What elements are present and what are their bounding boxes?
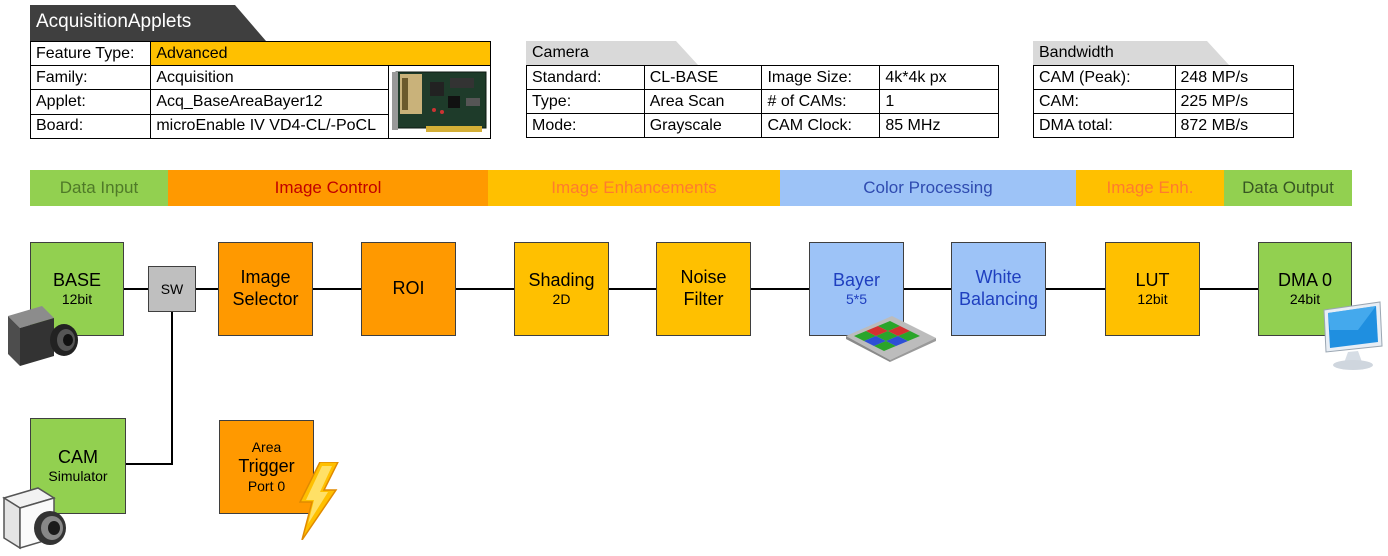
camera-icon <box>8 306 78 366</box>
monitor-icon <box>1323 301 1383 370</box>
camera-value: 4k*4k px <box>879 65 999 90</box>
camera-value: 85 MHz <box>879 113 999 138</box>
image-selector-block[interactable]: Image Selector <box>218 242 313 336</box>
camera-value: Area Scan <box>643 89 763 114</box>
roi-block[interactable]: ROI <box>361 242 456 336</box>
block-subtitle: 24bit <box>1289 291 1321 308</box>
lut-block[interactable]: LUT 12bit <box>1105 242 1200 336</box>
applet-value: Acq_BaseAreaBayer12 <box>150 89 390 115</box>
bandwidth-value: 872 MB/s <box>1174 113 1294 138</box>
switch-block[interactable]: SW <box>148 266 196 312</box>
family-label: Family: <box>29 64 152 91</box>
block-title: BASE <box>52 269 102 290</box>
block-title-line2: Selector <box>232 289 299 309</box>
block-title: DMA 0 <box>1277 269 1333 290</box>
lightning-icon <box>298 462 339 540</box>
category-image-control: Image Control <box>168 170 488 206</box>
shading-block[interactable]: Shading 2D <box>514 242 609 336</box>
board-value: microEnable IV VD4-CL/-PoCL <box>150 113 390 140</box>
camera-value: 1 <box>879 89 999 114</box>
feature-table: Feature Type: Advanced Family: Acquisiti… <box>29 41 491 140</box>
bandwidth-label: DMA total: <box>1033 113 1176 138</box>
camera-label: Image Size: <box>761 65 881 90</box>
category-image-enh: Image Enh. <box>1076 170 1224 206</box>
simulator-connector-vertical <box>171 312 173 465</box>
block-title-line2: Balancing <box>958 289 1039 309</box>
camera-value: Grayscale <box>643 113 763 138</box>
block-title: Bayer <box>832 269 881 290</box>
category-color-processing: Color Processing <box>780 170 1076 206</box>
family-value: Acquisition <box>150 64 390 91</box>
block-title: ROI <box>392 278 425 299</box>
camera-table: Standard: CL-BASE Image Size: 4k*4k px T… <box>526 65 999 138</box>
board-label: Board: <box>29 113 152 140</box>
board-image <box>391 71 487 132</box>
block-title: LUT <box>1135 269 1170 290</box>
block-title: Trigger <box>238 456 295 477</box>
noise-filter-block[interactable]: Noise Filter <box>656 242 751 336</box>
simulator-connector-horizontal <box>126 463 173 465</box>
feature-type-label: Feature Type: <box>29 41 152 66</box>
bayer-grid-icon <box>846 316 936 362</box>
block-subtitle: 2D <box>552 291 571 308</box>
camera-label: CAM Clock: <box>761 113 881 138</box>
camera-value: CL-BASE <box>643 65 763 90</box>
camera-label: # of CAMs: <box>761 89 881 114</box>
block-subtitle: 5*5 <box>845 291 868 308</box>
bandwidth-table: CAM (Peak): 248 MP/s CAM: 225 MP/s DMA t… <box>1033 65 1294 138</box>
category-image-enhancements: Image Enhancements <box>488 170 780 206</box>
block-title: Shading <box>528 269 595 290</box>
bandwidth-title: Bandwidth <box>1039 44 1114 61</box>
camera-label: Mode: <box>526 113 645 138</box>
block-subtitle: Port 0 <box>247 477 286 494</box>
bandwidth-label: CAM: <box>1033 89 1176 114</box>
block-pretitle: Area <box>251 439 282 456</box>
camera-simulator-icon <box>2 487 66 550</box>
block-title: CAM <box>58 446 98 467</box>
category-data-output: Data Output <box>1224 170 1352 206</box>
block-subtitle: Simulator <box>48 468 108 485</box>
block-subtitle: 12bit <box>1137 291 1168 308</box>
bandwidth-value: 248 MP/s <box>1174 65 1294 90</box>
bandwidth-label: CAM (Peak): <box>1033 65 1176 90</box>
camera-title: Camera <box>532 44 589 61</box>
block-title: White <box>975 267 1022 288</box>
block-title-line2: Filter <box>683 289 724 309</box>
camera-label: Type: <box>526 89 645 114</box>
camera-label: Standard: <box>526 65 645 90</box>
category-data-input: Data Input <box>30 170 168 206</box>
white-balancing-block[interactable]: White Balancing <box>951 242 1046 336</box>
block-title: Noise <box>680 267 727 288</box>
block-title: SW <box>160 280 184 297</box>
block-title: Image <box>240 267 291 288</box>
applet-label: Applet: <box>29 89 152 115</box>
page-title: AcquisitionApplets <box>36 11 192 32</box>
bandwidth-value: 225 MP/s <box>1174 89 1294 114</box>
feature-type-value: Advanced <box>150 41 491 66</box>
board-image-cell <box>388 65 491 139</box>
